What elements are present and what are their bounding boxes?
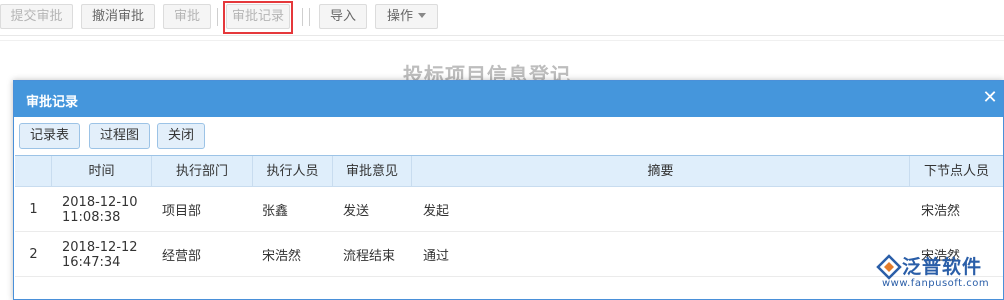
dialog-header: 审批记录 ✕ bbox=[14, 81, 1003, 117]
approve-button[interactable]: 审批 bbox=[163, 4, 211, 29]
header-next-node[interactable]: 下节点人员 bbox=[910, 156, 1003, 187]
row-next-node: 宋浩然 bbox=[921, 204, 961, 219]
row-person: 宋浩然 bbox=[262, 249, 302, 264]
brand-name: 泛普软件 bbox=[902, 256, 983, 278]
row-index: 2 bbox=[29, 247, 38, 262]
dialog-toolbar: 记录表 过程图 关闭 bbox=[14, 117, 1003, 155]
import-button[interactable]: 导入 bbox=[319, 4, 367, 29]
row-opinion: 发送 bbox=[343, 204, 370, 219]
dialog-title: 审批记录 bbox=[26, 95, 79, 110]
header-time[interactable]: 时间 bbox=[52, 156, 152, 187]
header-summary[interactable]: 摘要 bbox=[412, 156, 910, 187]
row-clock: 11:08:38 bbox=[62, 209, 121, 225]
header-dept[interactable]: 执行部门 bbox=[152, 156, 253, 187]
row-person: 张鑫 bbox=[262, 204, 289, 219]
records-table-button[interactable]: 记录表 bbox=[19, 123, 81, 149]
header-index bbox=[15, 156, 52, 187]
table-row[interactable]: 1 2018-12-10 11:08:38 项目部 张鑫 发送 发起 宋浩然 bbox=[15, 187, 1003, 232]
page-divider bbox=[0, 40, 1004, 41]
row-date: 2018-12-12 bbox=[62, 239, 138, 255]
toolbar-separator bbox=[302, 8, 303, 26]
process-chart-button[interactable]: 过程图 bbox=[89, 123, 151, 149]
toolbar-separator bbox=[217, 8, 218, 26]
brand-url: www.fanpusoft.com bbox=[882, 278, 990, 289]
header-opinion[interactable]: 审批意见 bbox=[333, 156, 412, 187]
row-clock: 16:47:34 bbox=[62, 254, 121, 270]
row-opinion: 流程结束 bbox=[343, 249, 396, 264]
operate-dropdown[interactable]: 操作 bbox=[375, 4, 438, 29]
approval-records-dialog: 审批记录 ✕ 记录表 过程图 关闭 时间 执行部门 执行人员 审批意见 摘要 下… bbox=[13, 80, 1004, 300]
row-date: 2018-12-10 bbox=[62, 194, 138, 210]
header-person[interactable]: 执行人员 bbox=[253, 156, 333, 187]
main-toolbar: 提交审批 撤消审批 审批 审批记录 导入 操作 bbox=[0, 0, 1004, 36]
row-dept: 项目部 bbox=[162, 204, 202, 219]
row-dept: 经营部 bbox=[162, 249, 202, 264]
operate-label: 操作 bbox=[386, 9, 413, 24]
row-summary: 通过 bbox=[423, 249, 450, 264]
revoke-approval-button[interactable]: 撤消审批 bbox=[81, 4, 155, 29]
row-index: 1 bbox=[29, 202, 38, 217]
row-summary: 发起 bbox=[423, 204, 450, 219]
submit-approval-button[interactable]: 提交审批 bbox=[0, 4, 73, 29]
approval-records-table: 时间 执行部门 执行人员 审批意见 摘要 下节点人员 1 2018-12-10 … bbox=[15, 155, 1003, 277]
row-time: 2018-12-12 16:47:34 bbox=[62, 232, 152, 277]
close-icon[interactable]: ✕ bbox=[981, 89, 999, 107]
row-time: 2018-12-10 11:08:38 bbox=[62, 187, 152, 232]
close-button[interactable]: 关闭 bbox=[157, 123, 206, 149]
toolbar-separator bbox=[309, 8, 310, 26]
table-row[interactable]: 2 2018-12-12 16:47:34 经营部 宋浩然 流程结束 通过 宋浩… bbox=[15, 232, 1003, 277]
brand-watermark: 泛普软件 www.fanpusoft.com bbox=[876, 252, 1004, 300]
table-header: 时间 执行部门 执行人员 审批意见 摘要 下节点人员 bbox=[15, 156, 1003, 187]
chevron-down-icon bbox=[418, 13, 426, 18]
brand-logo-icon bbox=[876, 254, 902, 280]
highlight-frame bbox=[223, 1, 293, 34]
